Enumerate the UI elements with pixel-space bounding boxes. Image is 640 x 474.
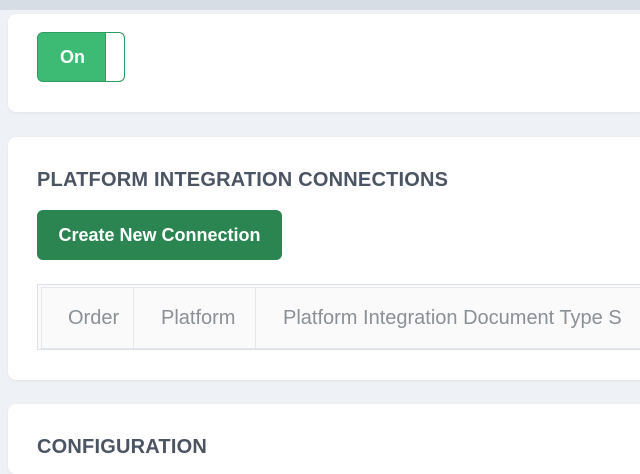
toggle-knob[interactable]	[105, 33, 124, 81]
toggle-card: On	[8, 14, 640, 112]
configuration-card: CONFIGURATION	[8, 404, 640, 474]
connections-table: Order Platform Platform Integration Docu…	[37, 284, 640, 350]
integrations-title: PLATFORM INTEGRATION CONNECTIONS	[37, 169, 449, 191]
table-header-row: Order Platform Platform Integration Docu…	[41, 287, 640, 349]
column-header-document-type[interactable]: Platform Integration Document Type S	[256, 288, 640, 348]
create-connection-button[interactable]: Create New Connection	[37, 210, 282, 260]
integrations-card: PLATFORM INTEGRATION CONNECTIONS Create …	[8, 137, 640, 380]
column-header-order[interactable]: Order	[42, 288, 134, 348]
top-bar	[0, 0, 640, 10]
configuration-title: CONFIGURATION	[37, 436, 207, 458]
column-header-platform[interactable]: Platform	[134, 288, 256, 348]
enable-toggle[interactable]: On	[37, 32, 125, 82]
toggle-label: On	[60, 47, 85, 67]
